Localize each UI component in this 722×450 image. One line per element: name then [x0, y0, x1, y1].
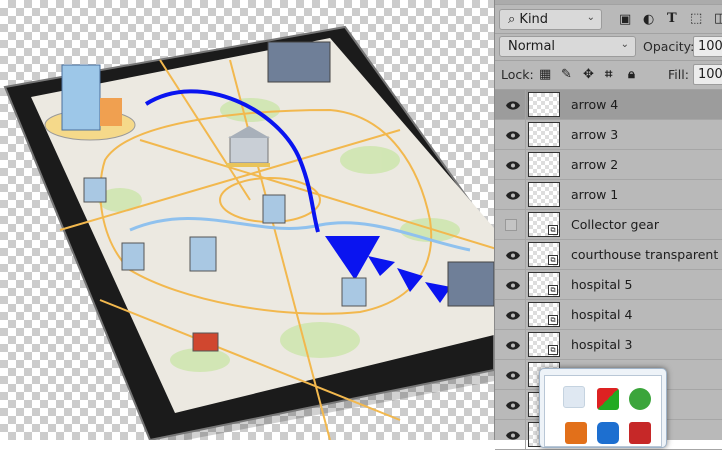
lock-bar: Lock: ▦ ✎ ✥ ⌗ 🔒︎ Fill: 100% — [495, 61, 722, 90]
layer-name: arrow 4 — [571, 97, 619, 112]
opacity-input[interactable]: 100% — [693, 36, 722, 57]
divider — [525, 390, 526, 420]
layer-name: courthouse transparent — [571, 247, 719, 262]
layer-row[interactable]: arrow 1 — [495, 180, 722, 210]
eye-icon[interactable] — [501, 330, 525, 360]
layer-name: arrow 1 — [571, 187, 619, 202]
layer-name: arrow 2 — [571, 157, 619, 172]
eye-icon[interactable] — [501, 300, 525, 330]
tablet-map-artwork — [3, 25, 494, 440]
shape-filter-icon[interactable]: ⬚ — [690, 11, 702, 26]
layer-thumbnail — [528, 122, 560, 147]
layer-thumbnail: ⧉ — [528, 242, 560, 267]
lock-artboard-icon[interactable]: ⌗ — [605, 67, 612, 82]
blend-mode-select[interactable]: Normal ⌄ — [499, 36, 636, 57]
layer-thumbnail — [528, 182, 560, 207]
tray-java-icon[interactable] — [565, 422, 587, 444]
document-canvas[interactable] — [0, 0, 494, 440]
filter-bar: ⌕ Kind ⌄ ▣ ◐ T ⬚ ◫ — [495, 5, 722, 34]
lock-all-icon[interactable]: 🔒︎ — [628, 67, 635, 82]
search-icon: ⌕ — [508, 12, 516, 27]
layer-row[interactable]: ⧉ Collector gear — [495, 210, 722, 240]
divider — [525, 120, 526, 150]
layer-thumbnail: ⧉ — [528, 272, 560, 297]
smart-object-icon: ⧉ — [548, 255, 558, 265]
smart-object-icon: ⧉ — [548, 285, 558, 295]
layer-name: hospital 3 — [571, 337, 633, 352]
smart-object-filter-icon[interactable]: ◫ — [714, 11, 722, 26]
layer-name: Collector gear — [571, 217, 659, 232]
tray-network-icon[interactable] — [597, 388, 619, 410]
layer-row[interactable]: ⧉ hospital 5 — [495, 270, 722, 300]
layer-row[interactable]: ⧉ courthouse transparent — [495, 240, 722, 270]
eye-icon[interactable] — [501, 150, 525, 180]
tray-app-icon-bird[interactable] — [563, 386, 585, 408]
layer-name: hospital 5 — [571, 277, 633, 292]
divider — [525, 360, 526, 390]
fill-label: Fill: — [668, 67, 689, 82]
layer-row[interactable]: arrow 2 — [495, 150, 722, 180]
opacity-label: Opacity: — [643, 39, 695, 54]
layer-thumbnail — [528, 92, 560, 117]
filter-kind-select[interactable]: ⌕ Kind ⌄ — [499, 9, 602, 30]
eye-icon[interactable] — [501, 120, 525, 150]
layer-thumbnail: ⧉ — [528, 332, 560, 357]
smart-object-icon: ⧉ — [548, 345, 558, 355]
blend-bar: Normal ⌄ Opacity: 100% — [495, 34, 722, 61]
layer-thumbnail: ⧉ — [528, 212, 560, 237]
tray-sync-icon[interactable] — [629, 388, 651, 410]
eye-icon[interactable] — [501, 270, 525, 300]
layer-row[interactable]: ⧉ hospital 4 — [495, 300, 722, 330]
divider — [525, 90, 526, 120]
divider — [525, 420, 526, 450]
divider — [525, 300, 526, 330]
eye-icon[interactable] — [501, 390, 525, 420]
type-filter-icon[interactable]: T — [667, 11, 677, 26]
layer-row[interactable]: arrow 4 — [495, 90, 722, 120]
blend-mode-value: Normal — [508, 39, 556, 54]
eye-icon[interactable] — [501, 420, 525, 450]
divider — [525, 150, 526, 180]
visibility-toggle-off[interactable] — [505, 219, 517, 231]
tray-red-app-icon[interactable] — [629, 422, 651, 444]
kind-label: Kind — [519, 12, 549, 27]
divider — [525, 180, 526, 210]
smart-object-icon: ⧉ — [548, 225, 558, 235]
adjustment-filter-icon[interactable]: ◐ — [643, 12, 654, 27]
smart-object-icon: ⧉ — [548, 315, 558, 325]
tray-teamviewer-icon[interactable] — [597, 422, 619, 444]
divider — [525, 270, 526, 300]
lock-label: Lock: — [501, 67, 534, 82]
layer-thumbnail: ⧉ — [528, 302, 560, 327]
chevron-down-icon: ⌄ — [586, 12, 595, 23]
lock-move-icon[interactable]: ✥ — [583, 67, 594, 82]
layer-name: arrow 3 — [571, 127, 619, 142]
eye-icon[interactable] — [501, 180, 525, 210]
lock-brush-icon[interactable]: ✎ — [561, 67, 572, 82]
collector-gear-icon — [192, 332, 219, 352]
lock-transparency-icon[interactable]: ▦ — [539, 67, 551, 82]
eye-icon[interactable] — [501, 240, 525, 270]
fill-input[interactable]: 100% — [693, 64, 722, 85]
eye-icon[interactable] — [501, 90, 525, 120]
system-tray-overflow-popup — [539, 368, 667, 448]
eye-icon[interactable] — [501, 360, 525, 390]
divider — [525, 210, 526, 240]
layer-thumbnail — [528, 152, 560, 177]
divider — [525, 240, 526, 270]
layer-name: hospital 4 — [571, 307, 633, 322]
chevron-down-icon: ⌄ — [620, 39, 629, 50]
pixel-filter-icon[interactable]: ▣ — [619, 12, 631, 27]
layer-row[interactable]: ⧉ hospital 3 — [495, 330, 722, 360]
divider — [525, 330, 526, 360]
layer-row[interactable]: arrow 3 — [495, 120, 722, 150]
